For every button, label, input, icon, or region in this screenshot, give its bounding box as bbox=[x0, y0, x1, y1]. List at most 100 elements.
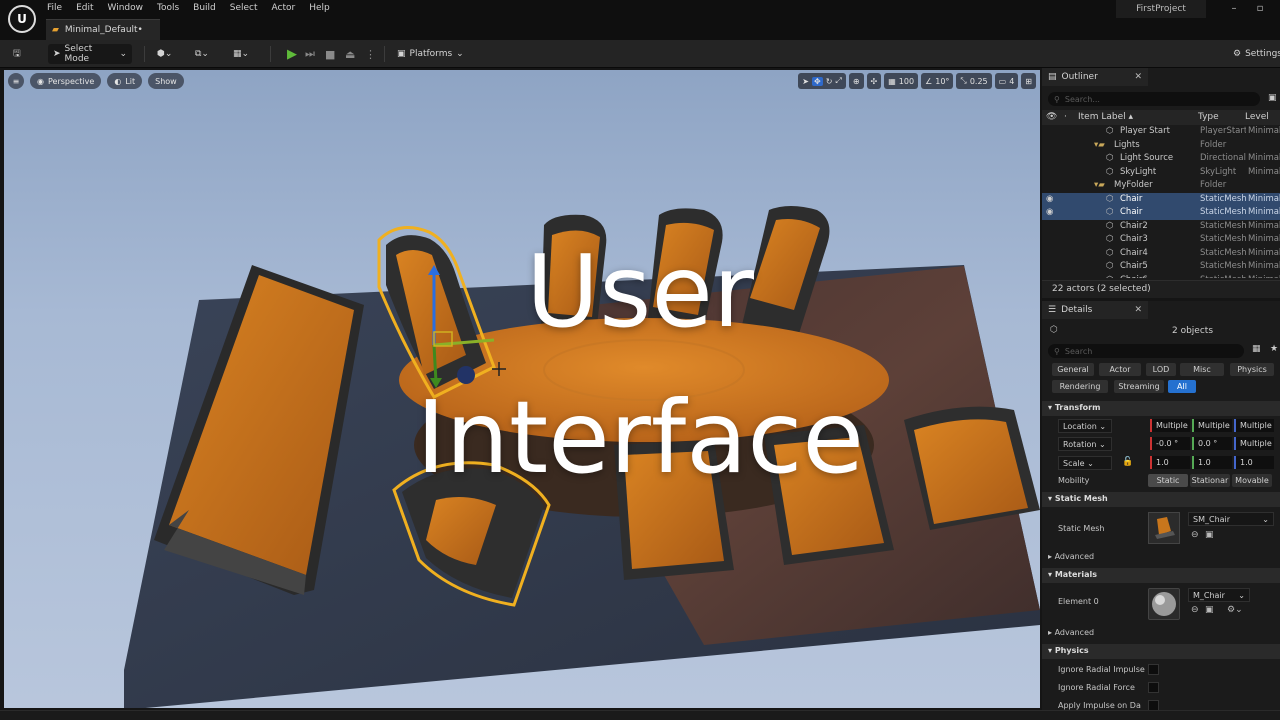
outliner-row[interactable]: ⬡ Chair3 StaticMeshMinimal_ bbox=[1042, 233, 1280, 247]
menu-edit[interactable]: Edit bbox=[69, 0, 100, 18]
column-level[interactable]: Level bbox=[1245, 112, 1269, 122]
static-mesh-section[interactable]: ▾ Static Mesh bbox=[1042, 492, 1280, 507]
static-mesh-dropdown[interactable]: SM_Chair ⌄ bbox=[1188, 512, 1274, 526]
material-dropdown[interactable]: M_Chair ⌄ bbox=[1188, 588, 1250, 602]
filter-chip[interactable]: Actor bbox=[1099, 363, 1141, 376]
filter-chip[interactable]: Streaming bbox=[1114, 380, 1164, 393]
select-mode-dropdown[interactable]: ➤ Select Mode ⌄ bbox=[48, 44, 132, 64]
close-icon[interactable]: ✕ bbox=[1134, 72, 1142, 82]
scale-dropdown[interactable]: Scale ⌄ bbox=[1058, 456, 1112, 470]
outliner-row[interactable]: ⬡ SkyLight SkyLight Minimal_ bbox=[1042, 166, 1280, 180]
advanced-toggle-mesh[interactable]: ▸ Advanced bbox=[1048, 552, 1094, 561]
scale-snap[interactable]: ⤡ 0.25 bbox=[956, 73, 992, 89]
details-search-input[interactable]: ⚲ Search bbox=[1048, 344, 1244, 358]
minimize-button[interactable]: – bbox=[1226, 3, 1242, 17]
world-local-toggle[interactable]: ⊕ bbox=[848, 73, 864, 89]
level-viewport[interactable]: ≡ ◉ Perspective ◐ Lit Show ➤ ✥ ↻ ⤢ ⊕ ✣ ▦… bbox=[4, 70, 1040, 708]
mobility-stationary[interactable]: Stationar bbox=[1190, 474, 1230, 487]
advanced-toggle-materials[interactable]: ▸ Advanced bbox=[1048, 628, 1094, 637]
column-type[interactable]: Type bbox=[1198, 112, 1219, 122]
location-y[interactable]: Multiple bbox=[1192, 419, 1232, 432]
menu-select[interactable]: Select bbox=[223, 0, 265, 18]
mobility-movable[interactable]: Movable bbox=[1232, 474, 1272, 487]
outliner-row[interactable]: ▾▰ MyFolder Folder bbox=[1042, 179, 1280, 193]
save-button[interactable]: 🖫 bbox=[8, 44, 26, 64]
filter-chip[interactable]: Physics bbox=[1230, 363, 1274, 376]
play-options-button[interactable]: ⋮ bbox=[360, 44, 381, 64]
rotate-tool-icon[interactable]: ↻ bbox=[826, 77, 833, 86]
select-tool-icon[interactable]: ➤ bbox=[802, 77, 809, 86]
filter-chip[interactable]: LOD bbox=[1146, 363, 1176, 376]
eye-icon[interactable]: ◉ bbox=[1046, 207, 1053, 217]
transform-section[interactable]: ▾ Transform bbox=[1042, 401, 1280, 416]
stop-button[interactable]: ■ bbox=[320, 44, 340, 64]
scale-y[interactable]: 1.0 bbox=[1192, 456, 1232, 469]
options-icon[interactable]: ⚙⌄ bbox=[1227, 605, 1243, 615]
browse-icon[interactable]: ▣ bbox=[1205, 530, 1214, 540]
lit-button[interactable]: ◐ Lit bbox=[107, 73, 143, 89]
rotation-z[interactable]: Multiple bbox=[1234, 437, 1274, 450]
outliner-row[interactable]: ⬡ Chair6 StaticMeshMinimal_ bbox=[1042, 274, 1280, 279]
material-thumbnail[interactable] bbox=[1148, 588, 1180, 620]
menu-tools[interactable]: Tools bbox=[150, 0, 186, 18]
grid-snap[interactable]: ▦ 100 bbox=[884, 73, 919, 89]
outliner-row[interactable]: ⬡ Chair2 StaticMeshMinimal_ bbox=[1042, 220, 1280, 234]
camera-speed[interactable]: ▭ 4 bbox=[994, 73, 1019, 89]
browse-icon[interactable]: ▣ bbox=[1205, 605, 1214, 615]
column-item-label[interactable]: Item Label ▴ bbox=[1078, 112, 1133, 122]
use-selected-icon[interactable]: ⊖ bbox=[1191, 530, 1199, 540]
materials-section[interactable]: ▾ Materials bbox=[1042, 568, 1280, 583]
play-button[interactable]: ▶ bbox=[282, 44, 302, 64]
location-dropdown[interactable]: Location ⌄ bbox=[1058, 419, 1112, 433]
level-tab[interactable]: ▰ Minimal_Default• bbox=[46, 19, 160, 40]
menu-actor[interactable]: Actor bbox=[265, 0, 303, 18]
perspective-button[interactable]: ◉ Perspective bbox=[30, 73, 102, 89]
cinematics-button[interactable]: ▦⌄ bbox=[228, 44, 254, 64]
filter-chip[interactable]: Misc bbox=[1180, 363, 1224, 376]
menu-file[interactable]: File bbox=[40, 0, 69, 18]
use-selected-icon[interactable]: ⊖ bbox=[1191, 605, 1199, 615]
hamburger-icon[interactable]: ≡ bbox=[8, 73, 24, 89]
rotation-snap[interactable]: ∠ 10° bbox=[921, 73, 954, 89]
filter-chip[interactable]: All bbox=[1168, 380, 1196, 393]
outliner-row[interactable]: ◉ ⬡ Chair StaticMeshMinimal_ bbox=[1042, 192, 1280, 206]
outliner-row[interactable]: ▾▰ Lights Folder bbox=[1042, 139, 1280, 153]
close-icon[interactable]: ✕ bbox=[1134, 305, 1142, 315]
viewport-layout-button[interactable]: ⊞ bbox=[1021, 73, 1036, 89]
unreal-logo-icon[interactable]: U bbox=[8, 5, 36, 33]
details-tab[interactable]: ☰ Details ✕ bbox=[1042, 301, 1148, 319]
rotation-dropdown[interactable]: Rotation ⌄ bbox=[1058, 437, 1112, 451]
mobility-static[interactable]: Static bbox=[1148, 474, 1188, 487]
scale-tool-icon[interactable]: ⤢ bbox=[835, 76, 841, 86]
menu-window[interactable]: Window bbox=[101, 0, 151, 18]
star-icon[interactable]: ★ bbox=[1270, 344, 1278, 354]
outliner-row[interactable]: ⬡ Chair4 StaticMeshMinimal_ bbox=[1042, 247, 1280, 261]
rotation-x[interactable]: -0.0 ° bbox=[1150, 437, 1190, 450]
outliner-row[interactable]: ⬡ Chair5 StaticMeshMinimal_ bbox=[1042, 260, 1280, 274]
transform-tools[interactable]: ➤ ✥ ↻ ⤢ bbox=[798, 73, 846, 89]
location-x[interactable]: Multiple bbox=[1150, 419, 1190, 432]
chair-thumbnail[interactable] bbox=[1148, 512, 1180, 544]
lock-icon[interactable]: 🔓 bbox=[1122, 457, 1133, 467]
maximize-button[interactable]: ▫ bbox=[1252, 3, 1268, 17]
show-button[interactable]: Show bbox=[148, 73, 184, 89]
outliner-row[interactable]: ⬡ Light Source DirectionalMinimal_ bbox=[1042, 152, 1280, 166]
scale-x[interactable]: 1.0 bbox=[1150, 456, 1190, 469]
advance-frame-button[interactable]: ⏭ bbox=[300, 44, 320, 64]
outliner-row[interactable]: ◉ ⬡ Chair StaticMeshMinimal_ bbox=[1042, 206, 1280, 220]
filter-chip[interactable]: Rendering bbox=[1052, 380, 1108, 393]
menu-build[interactable]: Build bbox=[186, 0, 223, 18]
folder-add-icon[interactable]: ▣ bbox=[1268, 93, 1277, 103]
rotation-y[interactable]: 0.0 ° bbox=[1192, 437, 1232, 450]
ignore-radial-impulse-checkbox[interactable] bbox=[1148, 664, 1159, 675]
outliner-tab[interactable]: ▤ Outliner ✕ bbox=[1042, 68, 1148, 86]
eye-icon[interactable]: 👁 bbox=[1046, 112, 1057, 122]
ignore-radial-force-checkbox[interactable] bbox=[1148, 682, 1159, 693]
settings-button[interactable]: ⚙ Settings bbox=[1228, 44, 1280, 64]
table-view-icon[interactable]: ▦ bbox=[1252, 344, 1261, 354]
filter-chip[interactable]: General bbox=[1052, 363, 1094, 376]
add-actor-button[interactable]: ⬢⌄ bbox=[152, 44, 177, 64]
physics-section[interactable]: ▾ Physics bbox=[1042, 644, 1280, 659]
move-tool-icon[interactable]: ✥ bbox=[812, 76, 823, 86]
eject-button[interactable]: ⏏ bbox=[340, 44, 360, 64]
